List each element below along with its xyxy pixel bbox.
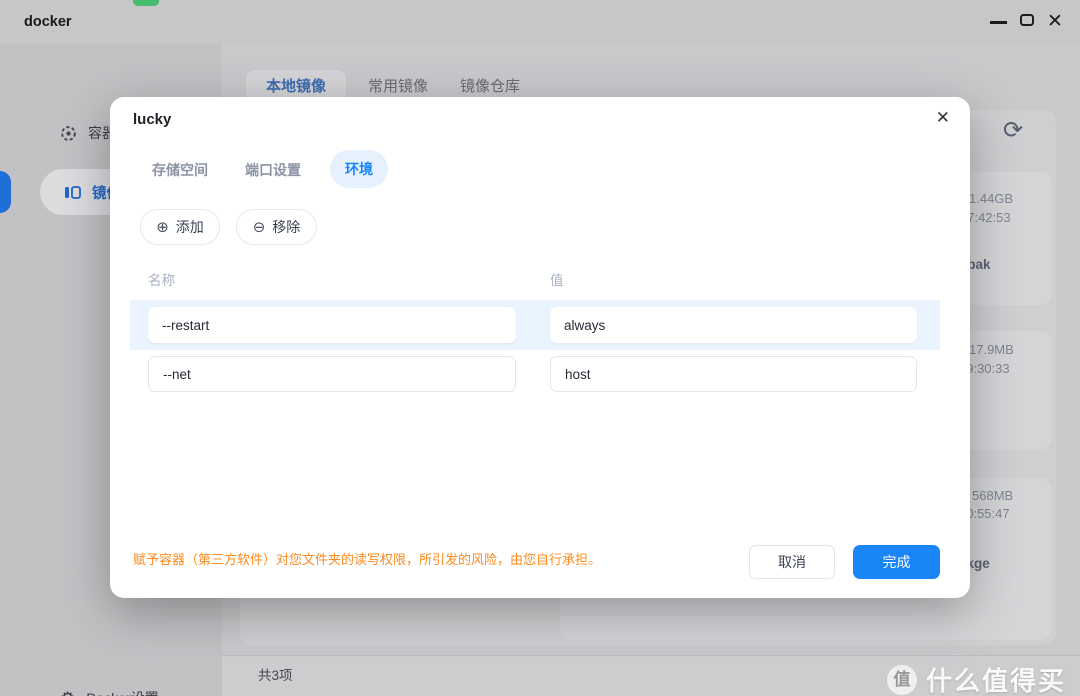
image-size: 17.9MB bbox=[969, 342, 1014, 357]
permission-warning: 赋予容器（第三方软件）对您文件夹的读写权限，所引发的风险，由您自行承担。 bbox=[133, 552, 602, 567]
titlebar: docker ✕ bbox=[0, 0, 1080, 44]
close-icon[interactable]: ✕ bbox=[1047, 10, 1063, 34]
env-table bbox=[130, 300, 940, 398]
sidebar-item-docker-settings[interactable]: ⚙ Docker设置 bbox=[60, 688, 159, 696]
container-config-dialog: lucky ✕ 存储空间 端口设置 环境 ⊕ 添加 ⊖ 移除 名称 值 赋予容器… bbox=[110, 97, 970, 598]
images-icon bbox=[65, 185, 81, 199]
refresh-icon[interactable]: ⟳ bbox=[1003, 116, 1023, 145]
top-green-accent bbox=[133, 0, 159, 6]
image-size: 568MB bbox=[972, 488, 1014, 503]
add-button[interactable]: ⊕ 添加 bbox=[140, 209, 220, 245]
remove-icon: ⊖ bbox=[252, 218, 266, 236]
tab-storage[interactable]: 存储空间 bbox=[152, 152, 208, 188]
confirm-button[interactable]: 完成 bbox=[853, 545, 940, 579]
active-item-indicator bbox=[0, 171, 11, 213]
watermark-text: 什么值得买 bbox=[925, 666, 1066, 696]
maximize-icon[interactable] bbox=[1020, 14, 1034, 26]
dialog-title: lucky bbox=[133, 111, 172, 128]
minimize-icon[interactable] bbox=[990, 21, 1007, 24]
remove-button[interactable]: ⊖ 移除 bbox=[236, 209, 317, 245]
cancel-button[interactable]: 取消 bbox=[749, 545, 835, 579]
status-bar: 共3项 值 什么值得买 bbox=[222, 655, 1080, 696]
env-value-input[interactable] bbox=[550, 307, 917, 343]
dialog-close-icon[interactable]: ✕ bbox=[936, 108, 950, 128]
app-window: docker ✕ 容器管理 镜像 ⚙ Docker设置 本地镜像 bbox=[0, 0, 1080, 696]
window-title: docker bbox=[24, 14, 72, 30]
env-row[interactable] bbox=[130, 350, 940, 398]
watermark: 值 什么值得买 bbox=[886, 661, 1066, 696]
env-name-input[interactable] bbox=[148, 356, 516, 392]
env-value-input[interactable] bbox=[550, 356, 917, 392]
remove-label: 移除 bbox=[272, 219, 301, 235]
column-header-value: 值 bbox=[550, 273, 564, 288]
add-label: 添加 bbox=[175, 219, 204, 235]
add-icon: ⊕ bbox=[156, 218, 169, 236]
column-header-name: 名称 bbox=[148, 273, 175, 288]
sidebar-item-label: Docker设置 bbox=[86, 688, 158, 696]
env-row-selected[interactable] bbox=[130, 300, 940, 350]
watermark-badge-icon: 值 bbox=[886, 664, 917, 695]
container-manage-icon bbox=[61, 125, 76, 141]
items-count: 共3项 bbox=[258, 668, 293, 683]
settings-gear-icon: ⚙ bbox=[60, 690, 75, 696]
tab-environment[interactable]: 环境 bbox=[330, 150, 388, 188]
env-name-input[interactable] bbox=[148, 307, 516, 343]
image-size: 1.44GB bbox=[969, 191, 1014, 206]
tab-ports[interactable]: 端口设置 bbox=[245, 152, 301, 188]
